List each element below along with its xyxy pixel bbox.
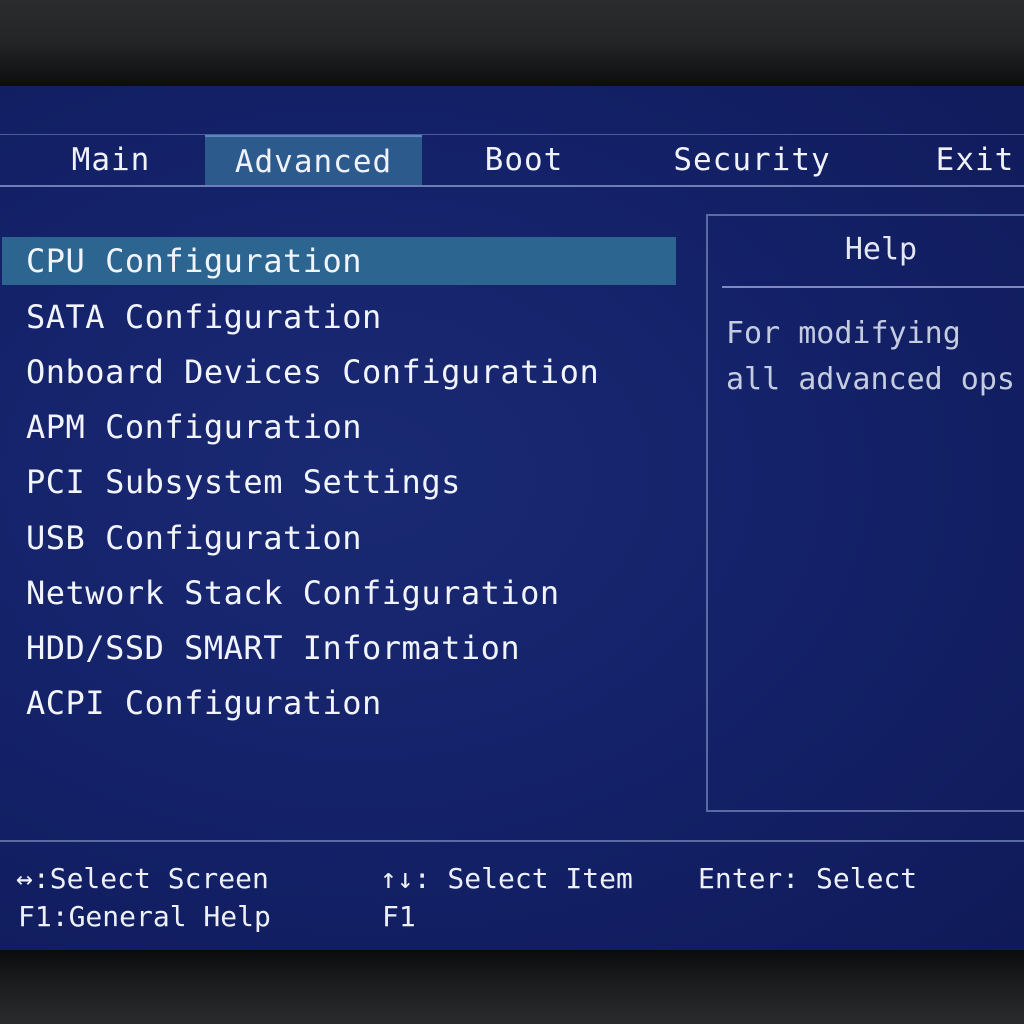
help-divider: [722, 286, 1024, 288]
left-right-arrow-icon: ↔: [16, 862, 33, 895]
bios-screen: Main Advanced Boot Security Exit CPU Con…: [0, 86, 1024, 954]
tab-boot[interactable]: Boot: [454, 135, 594, 185]
menu-item-sata-configuration[interactable]: SATA Configuration: [2, 293, 382, 341]
key-hint-general-help: F1:General Help: [18, 900, 271, 933]
help-text-line-2: all advanced ops: [726, 362, 1015, 397]
help-panel: Help For modifying all advanced ops: [706, 214, 1024, 812]
tab-advanced[interactable]: Advanced: [205, 135, 422, 185]
menu-item-cpu-configuration[interactable]: CPU Configuration: [2, 237, 676, 285]
up-down-arrow-icon: ↑↓: [380, 862, 414, 895]
menu-item-apm-configuration[interactable]: APM Configuration: [2, 403, 362, 451]
key-hint-select-item: ↑↓: Select Item: [380, 862, 633, 895]
key-hint-select-screen: ↔:Select Screen: [16, 862, 269, 895]
help-text-line-1: For modifying: [726, 316, 961, 351]
monitor-bezel-top: [0, 0, 1024, 88]
menu-item-hdd-ssd-smart-information[interactable]: HDD/SSD SMART Information: [2, 624, 520, 672]
help-title: Help: [844, 232, 918, 267]
enter-label: : Select: [782, 862, 918, 895]
general-help-label: :General Help: [51, 900, 271, 933]
key-hint-enter: Enter: Select: [698, 862, 917, 895]
menu-item-network-stack-configuration[interactable]: Network Stack Configuration: [2, 569, 560, 617]
monitor-bezel-bottom: [0, 950, 1024, 1024]
tab-exit[interactable]: Exit: [920, 135, 1024, 185]
f1-key: F1: [18, 900, 52, 933]
tab-bar: Main Advanced Boot Security Exit: [0, 134, 1024, 187]
menu-item-onboard-devices-configuration[interactable]: Onboard Devices Configuration: [2, 348, 599, 396]
select-screen-label: :Select Screen: [32, 862, 269, 895]
menu-item-pci-subsystem-settings[interactable]: PCI Subsystem Settings: [2, 458, 461, 506]
tab-main[interactable]: Main: [46, 135, 176, 185]
enter-key: Enter: [698, 862, 783, 895]
key-hint-f1-secondary: F1: [382, 900, 416, 933]
menu-item-acpi-configuration[interactable]: ACPI Configuration: [2, 679, 382, 727]
key-legend: ↔:Select Screen ↑↓: Select Item Enter: S…: [0, 840, 1024, 954]
tab-security[interactable]: Security: [662, 135, 842, 185]
select-item-label: : Select Item: [413, 862, 633, 895]
menu-item-usb-configuration[interactable]: USB Configuration: [2, 514, 362, 562]
